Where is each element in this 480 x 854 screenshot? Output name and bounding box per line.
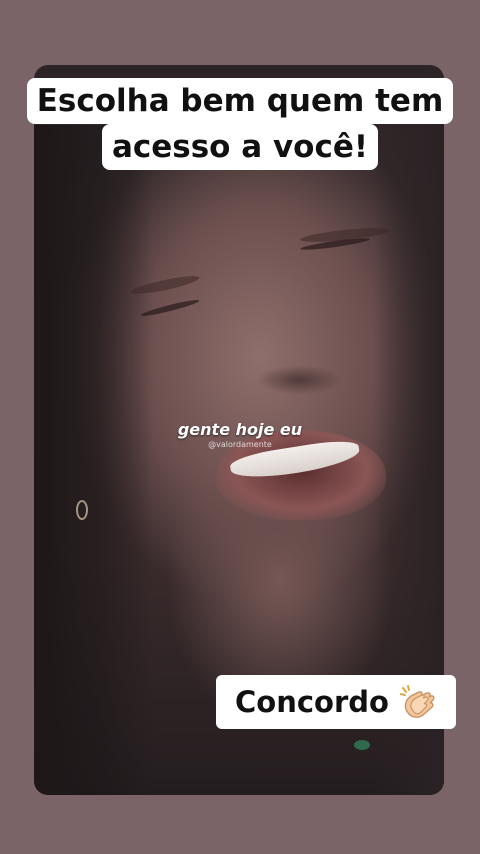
video-watermark: @valordamente	[208, 440, 272, 449]
video-shading-left	[34, 125, 154, 795]
caption-text-2: acesso a você!	[101, 124, 379, 170]
sticker-label: Concordo	[235, 685, 389, 719]
clapping-hands-icon	[397, 684, 437, 720]
caption-text-1: Escolha bem quem tem	[26, 78, 454, 124]
story-screen: Escolha bem quem tem acesso a você! gent…	[0, 0, 480, 854]
earring	[76, 500, 88, 520]
concordo-sticker[interactable]: Concordo	[216, 675, 456, 729]
video-subtitle: gente hoje eu	[177, 420, 303, 439]
caption-line-2: acesso a você!	[0, 124, 480, 170]
caption-line-1: Escolha bem quem tem	[0, 78, 480, 124]
necklace-pendant	[354, 740, 370, 750]
face-nose	[256, 365, 342, 395]
